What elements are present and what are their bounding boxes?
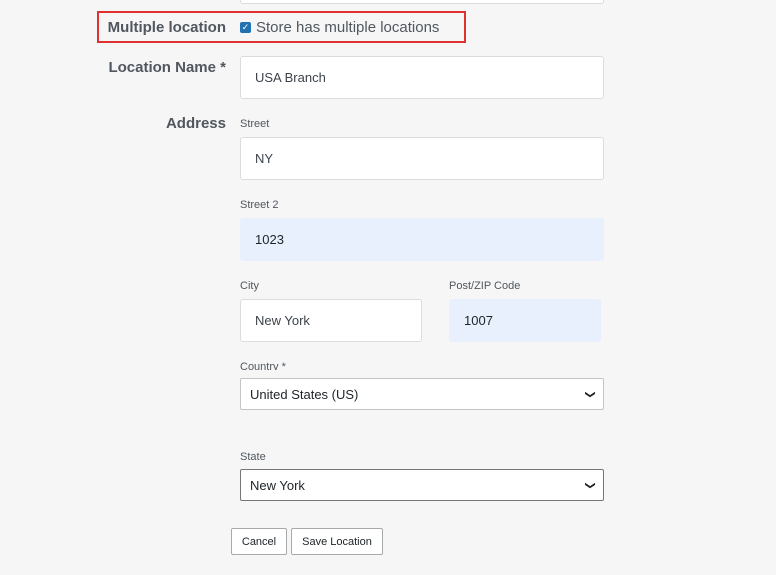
street2-input[interactable]: 1023 (240, 218, 604, 261)
street-value: NY (255, 151, 274, 166)
multiple-locations-checkbox-row[interactable]: ✓ Store has multiple locations (240, 19, 439, 36)
save-location-button[interactable]: Save Location (291, 528, 383, 555)
street2-value: 1023 (255, 232, 284, 247)
previous-field-input[interactable] (240, 0, 604, 4)
country-select[interactable]: United States (US) ❯ (240, 378, 604, 410)
street2-label: Street 2 (240, 199, 279, 211)
location-name-label: Location Name * (108, 59, 226, 76)
zip-input[interactable]: 1007 (449, 299, 601, 342)
city-value: New York (255, 313, 310, 328)
city-input[interactable]: New York (240, 299, 422, 342)
state-select[interactable]: New York ❯ (240, 469, 604, 501)
multiple-locations-checkbox-label[interactable]: Store has multiple locations (256, 19, 439, 36)
multiple-location-label: Multiple location (107, 19, 226, 36)
chevron-down-icon: ❯ (584, 480, 596, 490)
street-input[interactable]: NY (240, 137, 604, 180)
city-label: City (240, 280, 259, 292)
cancel-button[interactable]: Cancel (231, 528, 287, 555)
location-name-input[interactable]: USA Branch (240, 56, 604, 99)
zip-value: 1007 (464, 313, 493, 328)
chevron-down-icon: ❯ (584, 389, 596, 399)
location-name-value: USA Branch (255, 70, 326, 85)
multiple-locations-checkbox[interactable]: ✓ (240, 22, 251, 33)
address-label: Address (165, 115, 226, 132)
zip-label: Post/ZIP Code (449, 280, 521, 292)
country-label: Country * (240, 361, 286, 370)
state-value: New York (250, 477, 305, 493)
country-value: United States (US) (250, 386, 359, 402)
state-label: State (240, 451, 266, 463)
street-label: Street (240, 118, 270, 130)
